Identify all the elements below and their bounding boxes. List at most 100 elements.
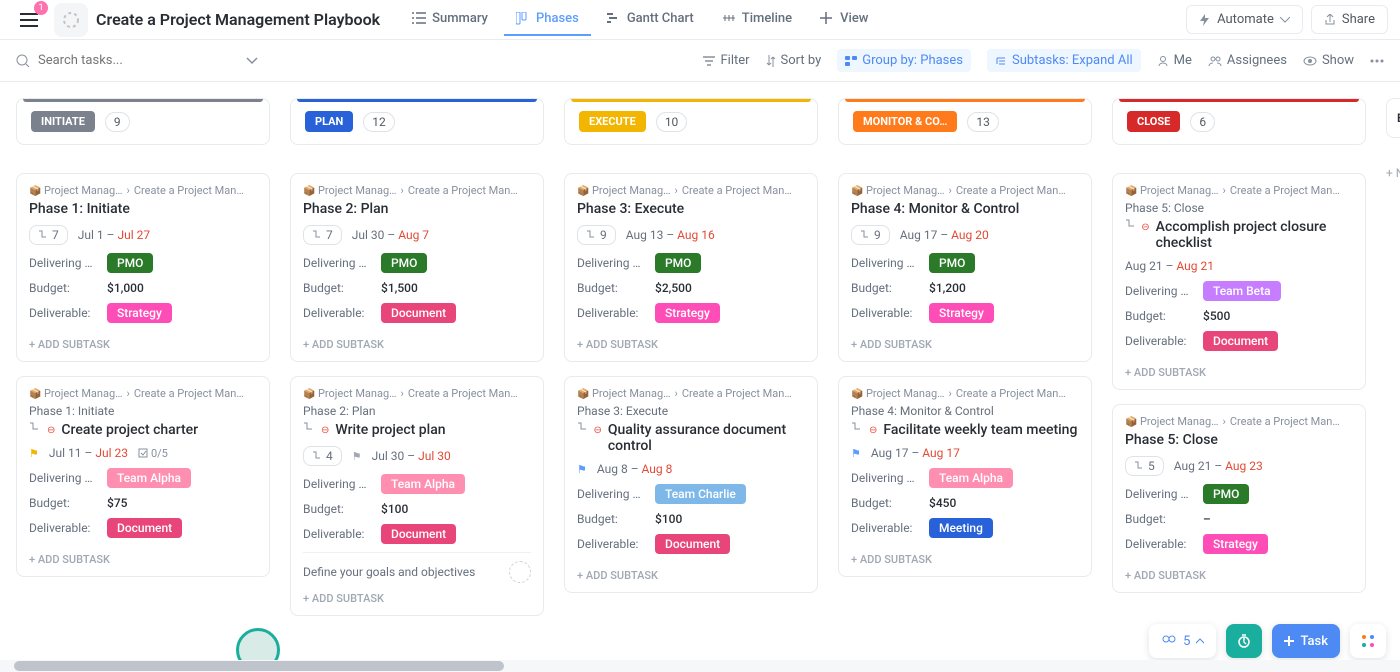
add-subtask-button[interactable]: + ADD SUBTASK xyxy=(1125,359,1353,379)
tab-timeline[interactable]: Timeline xyxy=(710,3,804,36)
automate-button[interactable]: Automate xyxy=(1186,5,1303,34)
more-button[interactable] xyxy=(1370,59,1384,63)
tab-summary[interactable]: Summary xyxy=(400,3,500,36)
timeline-icon xyxy=(722,12,736,26)
add-subtask-button[interactable]: + ADD SUBTASK xyxy=(577,331,805,351)
presence-button[interactable]: 5 xyxy=(1149,624,1216,658)
filter-button[interactable]: Filter xyxy=(703,53,749,68)
flag-icon: ⚑ xyxy=(29,447,39,460)
add-subtask-button[interactable]: + ADD SUBTASK xyxy=(29,546,257,566)
scrollbar-thumb[interactable] xyxy=(14,661,504,671)
task-card[interactable]: Project Manag…›Create a Project Man…Phas… xyxy=(1112,173,1366,390)
column-monitor: MONITOR & CO… 13 Project Manag…›Create a P… xyxy=(838,98,1092,656)
share-button[interactable]: Share xyxy=(1311,5,1388,34)
task-card[interactable]: Project Manag…›Create a Project Man…Phas… xyxy=(564,376,818,593)
start-date: Aug 21 xyxy=(1174,459,1212,473)
card-meta: ⚑Aug 17 – Aug 17 xyxy=(851,446,1079,460)
add-subtask-button[interactable]: + ADD SUBTASK xyxy=(303,331,531,351)
add-subtask-button[interactable]: + ADD SUBTASK xyxy=(851,331,1079,351)
column-header[interactable]: EXECUTE 10 xyxy=(564,98,818,145)
empty-column-header[interactable]: Em xyxy=(1386,98,1400,138)
start-date: Jul 1 xyxy=(78,228,104,242)
card-meta: 9Aug 13 – Aug 16 xyxy=(577,225,805,245)
new-card-button[interactable]: + N xyxy=(1386,166,1400,180)
horizontal-scrollbar[interactable] xyxy=(0,660,1400,672)
assignees-button[interactable]: Assignees xyxy=(1208,53,1287,68)
parent-task: Phase 5: Close xyxy=(1125,201,1353,215)
budget-value: $450 xyxy=(929,496,956,510)
field-deliverable: Deliverable:Strategy xyxy=(29,303,257,323)
task-card[interactable]: Project Manag…›Create a Project Man…Phas… xyxy=(290,376,544,616)
search-input[interactable] xyxy=(38,53,178,68)
task-card[interactable]: Project Manag…›Create a Project Man…Phas… xyxy=(838,173,1092,362)
new-task-button[interactable]: Task xyxy=(1272,624,1340,658)
sort-button[interactable]: Sort by xyxy=(766,53,822,68)
column-header[interactable]: PLAN12 xyxy=(290,98,544,145)
task-card[interactable]: Project Manag…›Create a Project Man…Phas… xyxy=(16,376,270,577)
me-button[interactable]: Me xyxy=(1157,53,1192,68)
subtasks-icon xyxy=(312,230,322,240)
card-meta: Aug 21 – Aug 21 xyxy=(1125,259,1353,273)
add-subtask-button[interactable]: + ADD SUBTASK xyxy=(577,562,805,582)
subtasks-button[interactable]: Subtasks: Expand All xyxy=(987,49,1141,72)
column-pill: EXECUTE xyxy=(579,111,646,132)
menu-button[interactable]: 1 xyxy=(12,3,46,37)
add-subtask-button[interactable]: + ADD SUBTASK xyxy=(303,585,531,605)
column-pill: PLAN xyxy=(305,111,353,132)
column-pill: MONITOR & CO… xyxy=(853,111,957,132)
subtask-icon xyxy=(1125,219,1135,229)
subtask-icon xyxy=(29,422,41,432)
record-button[interactable] xyxy=(1226,624,1262,658)
card-title: ⊖Facilitate weekly team meeting xyxy=(851,422,1079,438)
priority-dot: ⊖ xyxy=(321,425,329,436)
field-budget: Budget:$100 xyxy=(303,502,531,516)
plus-icon xyxy=(1284,636,1294,646)
field-budget: Budget:$1,500 xyxy=(303,281,531,295)
field-deliverable: Deliverable:Document xyxy=(1125,331,1353,351)
header-actions: Automate Share xyxy=(1186,5,1388,34)
chevron-up-icon xyxy=(1196,638,1204,644)
column-header[interactable]: CLOSE6 xyxy=(1112,98,1366,145)
field-delivering: Delivering …PMO xyxy=(577,253,805,273)
tab-phases[interactable]: Phases xyxy=(504,3,591,36)
assignee-placeholder[interactable] xyxy=(509,561,531,583)
stopwatch-icon xyxy=(1236,633,1252,649)
field-budget: Budget:$1,200 xyxy=(851,281,1079,295)
end-date: Jul 23 xyxy=(95,446,128,460)
breadcrumb: Project Manag…›Create a Project Man… xyxy=(29,387,257,400)
budget-value: $1,200 xyxy=(929,281,966,295)
task-card[interactable]: Project Manag…›Create a Project Man…Phas… xyxy=(1112,404,1366,593)
column-count: 10 xyxy=(656,112,688,132)
tab-view[interactable]: View xyxy=(808,3,880,36)
add-subtask-button[interactable]: + ADD SUBTASK xyxy=(29,331,257,351)
field-deliverable: Deliverable:Strategy xyxy=(851,303,1079,323)
end-date: Aug 8 xyxy=(642,462,673,476)
column-header[interactable]: INITIATE9 xyxy=(16,98,270,145)
users-icon xyxy=(1208,55,1222,67)
gantt-icon xyxy=(607,12,621,26)
subtask-count: 9 xyxy=(577,225,616,245)
grid-icon xyxy=(1360,633,1376,649)
column-count: 13 xyxy=(967,112,999,132)
plus-icon xyxy=(820,12,834,26)
tab-gantt-chart[interactable]: Gantt Chart xyxy=(595,3,706,36)
task-card[interactable]: Project Manag…›Create a Project Man…Phas… xyxy=(838,376,1092,577)
task-card[interactable]: Project Manag…›Create a Project Man…Phas… xyxy=(16,173,270,362)
add-subtask-button[interactable]: + ADD SUBTASK xyxy=(1125,562,1353,582)
group-button[interactable]: Group by: Phases xyxy=(837,49,971,72)
project-icon[interactable] xyxy=(54,3,88,37)
start-date: Aug 8 xyxy=(597,462,628,476)
task-card[interactable]: Project Manag…›Create a Project Man…Phas… xyxy=(564,173,818,362)
card-meta: 7Jul 30 – Aug 7 xyxy=(303,225,531,245)
chevron-down-icon[interactable] xyxy=(246,57,258,65)
task-card[interactable]: Project Manag…›Create a Project Man…Phas… xyxy=(290,173,544,362)
share-icon xyxy=(1324,14,1336,26)
add-subtask-button[interactable]: + ADD SUBTASK xyxy=(851,546,1079,566)
eye-icon xyxy=(1303,56,1317,66)
card-title: Phase 5: Close xyxy=(1125,432,1353,448)
team-tag: PMO xyxy=(655,253,701,273)
apps-button[interactable] xyxy=(1350,624,1386,658)
column-header[interactable]: MONITOR & CO… 13 xyxy=(838,98,1092,145)
show-button[interactable]: Show xyxy=(1303,53,1354,68)
field-delivering: Delivering …PMO xyxy=(303,253,531,273)
